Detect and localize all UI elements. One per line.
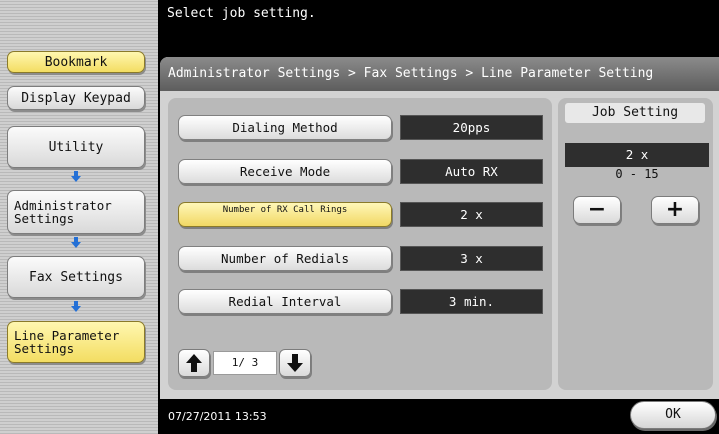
arrow-down-icon: [71, 301, 81, 313]
sidebar-item-line-parameter-settings[interactable]: Line Parameter Settings: [7, 321, 145, 363]
sidebar-item-administrator-settings[interactable]: Administrator Settings: [7, 190, 145, 234]
sidebar-item-utility[interactable]: Utility: [7, 126, 145, 168]
number-of-rx-call-rings-button[interactable]: Number of RX Call Rings: [178, 202, 392, 227]
job-setting-title: Job Setting: [565, 103, 705, 123]
page-indicator: 1/ 3: [213, 351, 277, 375]
job-setting-range: 0 - 15: [615, 167, 659, 181]
pager: 1/ 3: [178, 349, 330, 379]
decrement-button[interactable]: −: [573, 196, 621, 224]
job-setting-panel: Job Setting 2 x 0 - 15 − +: [558, 98, 713, 390]
dialing-method-button[interactable]: Dialing Method: [178, 115, 392, 140]
receive-mode-button[interactable]: Receive Mode: [178, 159, 392, 184]
number-of-redials-button[interactable]: Number of Redials: [178, 246, 392, 271]
number-of-redials-value: 3 x: [400, 246, 543, 271]
display-keypad-button[interactable]: Display Keypad: [7, 86, 145, 110]
settings-list: Dialing Method 20pps Receive Mode Auto R…: [168, 98, 552, 390]
bookmark-button[interactable]: Bookmark: [7, 51, 145, 73]
sidebar: Bookmark Display Keypad Utility Administ…: [0, 0, 158, 434]
page-down-button[interactable]: [279, 349, 311, 377]
arrow-up-icon: [186, 354, 202, 372]
arrow-down-icon: [71, 171, 81, 183]
datetime: 07/27/2011 13:53: [168, 410, 267, 423]
redial-interval-value: 3 min.: [400, 289, 543, 314]
sidebar-item-fax-settings[interactable]: Fax Settings: [7, 256, 145, 298]
receive-mode-value: Auto RX: [400, 159, 543, 184]
arrow-down-icon: [287, 354, 303, 372]
number-of-rx-call-rings-value: 2 x: [400, 202, 543, 227]
job-setting-value: 2 x: [565, 143, 709, 167]
instruction-text: Select job setting.: [167, 6, 316, 21]
dialing-method-value: 20pps: [400, 115, 543, 140]
redial-interval-button[interactable]: Redial Interval: [178, 289, 392, 314]
ok-button[interactable]: OK: [630, 401, 716, 429]
breadcrumb: Administrator Settings > Fax Settings > …: [160, 57, 719, 91]
footer: 07/27/2011 13:53 OK: [160, 399, 719, 434]
main-panel: Administrator Settings > Fax Settings > …: [160, 57, 719, 399]
arrow-down-icon: [71, 237, 81, 249]
increment-button[interactable]: +: [651, 196, 699, 224]
page-up-button[interactable]: [178, 349, 210, 377]
